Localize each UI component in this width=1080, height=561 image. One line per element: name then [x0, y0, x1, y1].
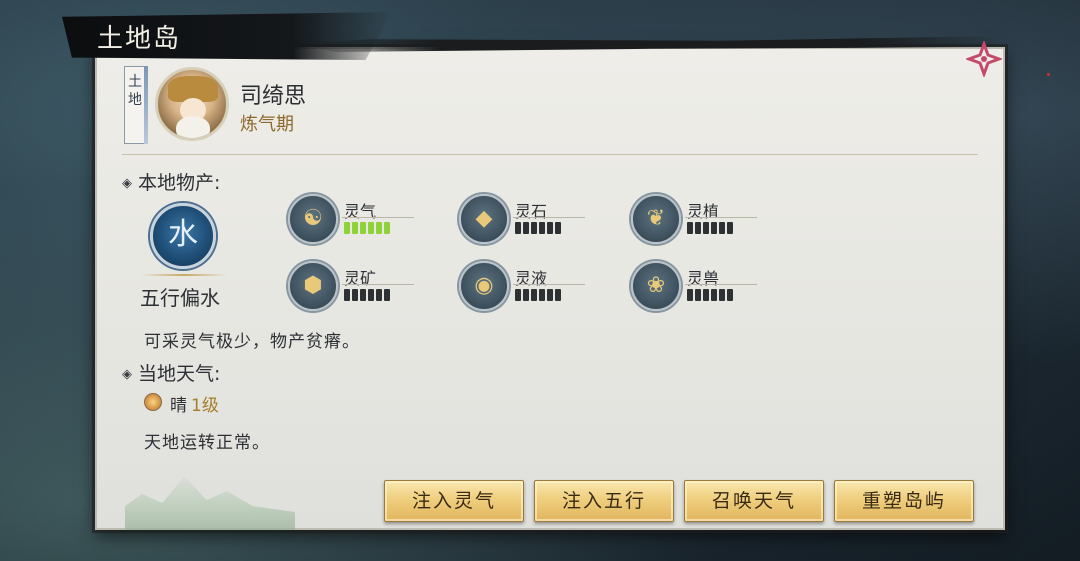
resource-level-bar — [515, 222, 561, 234]
inject-qi-button[interactable]: 注入灵气 — [384, 480, 524, 522]
emblem-underline — [140, 274, 228, 276]
resource-1[interactable]: ☯ 灵气 — [288, 194, 448, 248]
reshape-island-button[interactable]: 重塑岛屿 — [834, 480, 974, 522]
npc-name: 司绮思 — [240, 84, 307, 109]
level-segment — [531, 289, 537, 301]
level-segment — [711, 289, 717, 301]
level-segment — [719, 222, 725, 234]
weather-section-label: ◈ 当地天气: — [122, 359, 220, 386]
spirit-stone-icon: ◆ — [459, 194, 509, 244]
level-segment — [515, 222, 521, 234]
weather-label: 当地天气: — [138, 363, 221, 385]
resource-name: 灵矿 — [344, 269, 377, 288]
diamond-icon: ◈ — [122, 176, 132, 191]
resource-5[interactable]: ◉ 灵液 — [459, 261, 619, 315]
level-segment — [555, 289, 561, 301]
weather-status: 晴 1级 — [170, 391, 219, 416]
spirit-plant-icon: ❦ — [631, 194, 681, 244]
npc-tag-stripe — [144, 66, 148, 144]
level-segment — [531, 222, 537, 234]
level-segment — [711, 222, 717, 234]
level-segment — [344, 222, 350, 234]
level-segment — [523, 289, 529, 301]
avatar-beard — [176, 116, 210, 138]
resource-underline — [685, 284, 757, 285]
resource-3[interactable]: ❦ 灵植 — [631, 194, 791, 248]
inject-elements-button[interactable]: 注入五行 — [534, 480, 674, 522]
level-segment — [719, 289, 725, 301]
weather-condition: 晴 — [170, 396, 187, 416]
resource-name: 灵气 — [344, 202, 377, 221]
weather-description: 天地运转正常。 — [144, 433, 270, 453]
level-segment — [376, 289, 382, 301]
level-segment — [547, 222, 553, 234]
resource-underline — [513, 217, 585, 218]
production-description: 可采灵气极少，物产贫瘠。 — [144, 332, 360, 352]
weather-level: 1级 — [191, 396, 219, 416]
resource-4[interactable]: ⬢ 灵矿 — [288, 261, 448, 315]
level-segment — [703, 289, 709, 301]
level-segment — [555, 222, 561, 234]
level-segment — [515, 289, 521, 301]
window-title: 土地岛 — [97, 24, 182, 54]
level-segment — [384, 222, 390, 234]
level-segment — [360, 289, 366, 301]
sun-icon — [144, 393, 162, 411]
level-segment — [687, 289, 693, 301]
npc-avatar[interactable] — [155, 67, 229, 141]
level-segment — [523, 222, 529, 234]
resource-underline — [513, 284, 585, 285]
spirit-qi-icon: ☯ — [288, 194, 338, 244]
level-segment — [352, 222, 358, 234]
level-segment — [727, 289, 733, 301]
spirit-beast-icon: ❀ — [631, 261, 681, 311]
level-segment — [539, 289, 545, 301]
decoration-dot — [1047, 73, 1050, 76]
resource-level-bar — [344, 222, 390, 234]
spirit-ore-icon: ⬢ — [288, 261, 338, 311]
level-segment — [376, 222, 382, 234]
level-segment — [547, 289, 553, 301]
level-segment — [687, 222, 693, 234]
spirit-liquid-icon: ◉ — [459, 261, 509, 311]
level-segment — [539, 222, 545, 234]
resource-name: 灵植 — [687, 202, 720, 221]
level-segment — [360, 222, 366, 234]
resource-2[interactable]: ◆ 灵石 — [459, 194, 619, 248]
level-segment — [344, 289, 350, 301]
diamond-icon: ◈ — [122, 367, 132, 382]
resource-level-bar — [687, 222, 733, 234]
level-segment — [368, 222, 374, 234]
level-segment — [352, 289, 358, 301]
production-section-label: ◈ 本地物产: — [122, 168, 220, 195]
resource-name: 灵液 — [515, 269, 548, 288]
level-segment — [727, 222, 733, 234]
close-icon[interactable] — [966, 41, 1002, 77]
level-segment — [703, 222, 709, 234]
production-label: 本地物产: — [138, 172, 221, 194]
resource-level-bar — [687, 289, 733, 301]
resource-level-bar — [344, 289, 390, 301]
water-element-icon[interactable]: 水 — [150, 203, 216, 269]
resource-underline — [685, 217, 757, 218]
resource-name: 灵兽 — [687, 269, 720, 288]
summon-weather-button[interactable]: 召唤天气 — [684, 480, 824, 522]
resource-underline — [342, 217, 414, 218]
level-segment — [695, 289, 701, 301]
level-segment — [384, 289, 390, 301]
level-segment — [368, 289, 374, 301]
element-name: 五行偏水 — [140, 286, 220, 310]
npc-tag: 土地 — [124, 66, 146, 144]
resource-level-bar — [515, 289, 561, 301]
npc-rank: 炼气期 — [240, 114, 294, 135]
resource-name: 灵石 — [515, 202, 548, 221]
divider — [122, 154, 978, 155]
level-segment — [695, 222, 701, 234]
resource-underline — [342, 284, 414, 285]
resource-6[interactable]: ❀ 灵兽 — [631, 261, 791, 315]
